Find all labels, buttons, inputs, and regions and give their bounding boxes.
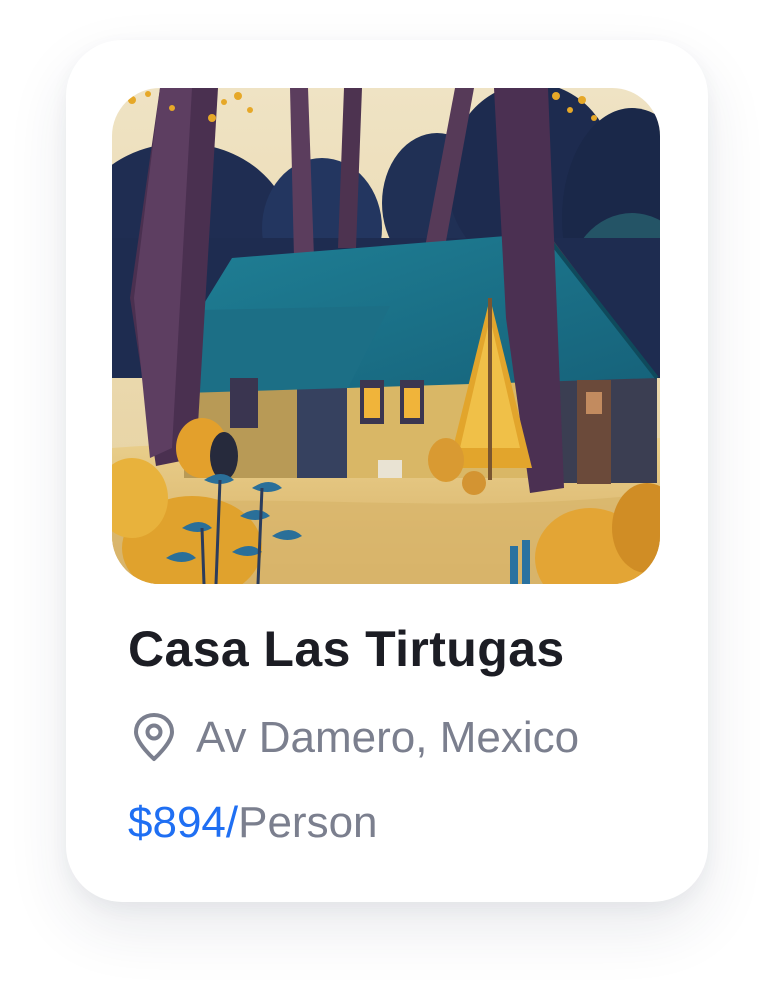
listing-price: $894/Person [128,798,378,848]
listing-location: Av Damero, Mexico [128,708,579,768]
listing-image[interactable] [112,88,660,584]
page-background: Casa Las Tirtugas Av Damero, Mexico $894… [0,0,772,992]
price-amount: $894/ [128,798,239,847]
map-pin-icon [128,712,180,764]
listing-title: Casa Las Tirtugas [128,621,565,677]
price-unit: Person [238,798,378,847]
location-text: Av Damero, Mexico [196,713,580,762]
listing-card[interactable]: Casa Las Tirtugas Av Damero, Mexico $894… [66,40,708,902]
